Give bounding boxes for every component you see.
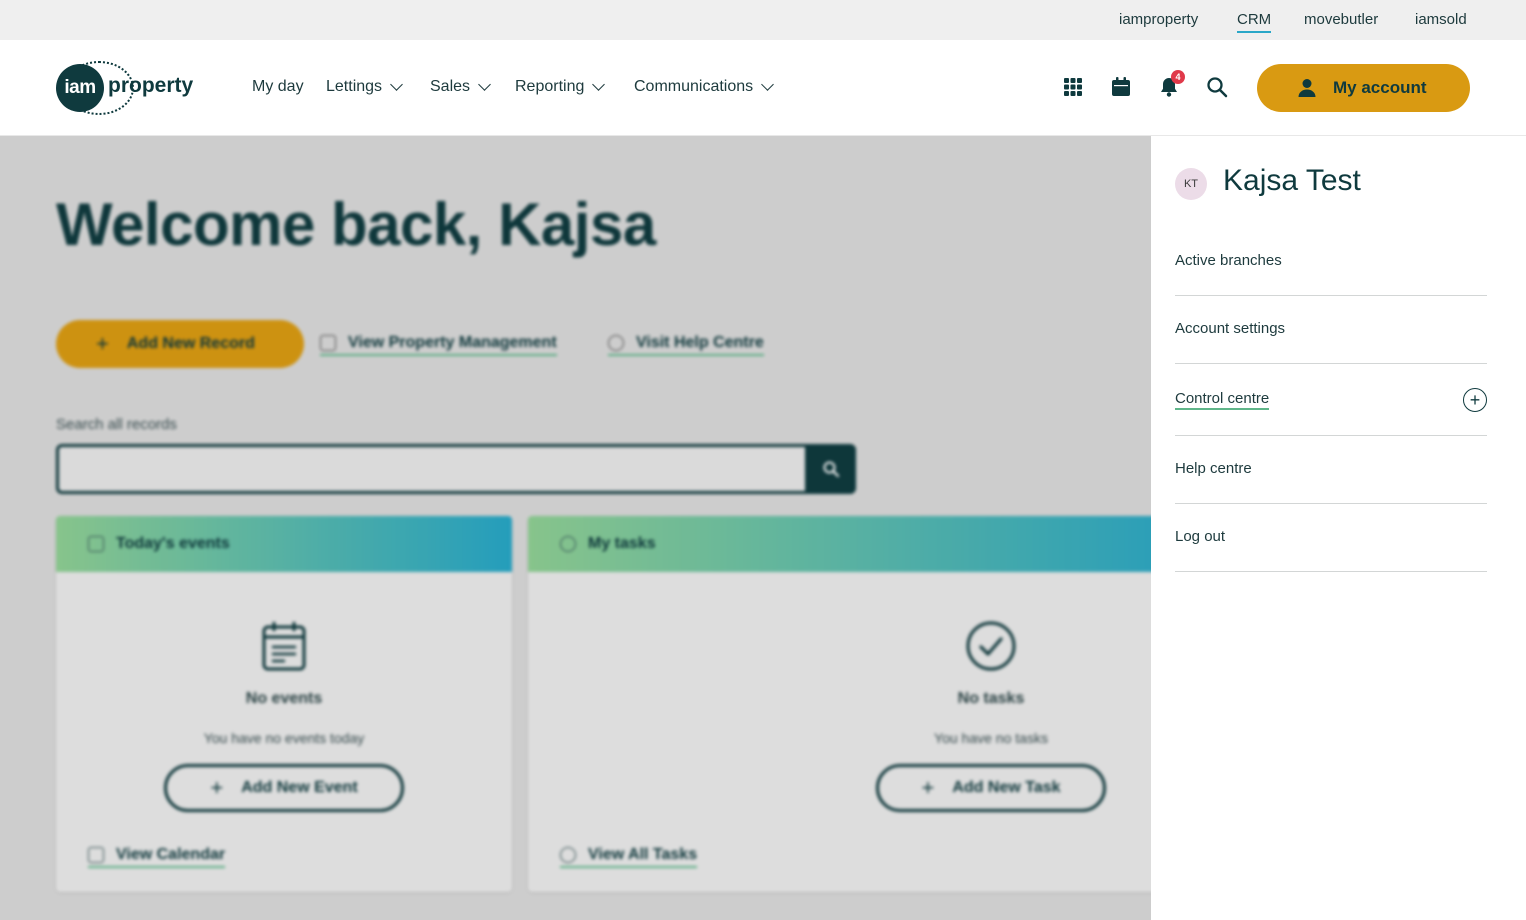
topbar-link-crm[interactable]: CRM — [1237, 11, 1272, 33]
nav-lettings[interactable]: Lettings — [326, 78, 403, 96]
nav-lettings-label: Lettings — [326, 78, 383, 95]
apps-grid-icon[interactable] — [1062, 76, 1084, 98]
menu-item-log-out[interactable]: Log out — [1175, 528, 1487, 572]
log-out-label: Log out — [1175, 528, 1226, 545]
top-utility-bar: iamproperty CRM movebutler iamsold — [0, 0, 1526, 40]
help-centre-label: Help centre — [1175, 460, 1252, 477]
search-icon[interactable] — [1206, 76, 1228, 98]
chevron-down-icon — [592, 78, 606, 91]
nav-communications-label: Communications — [634, 78, 754, 95]
nav-sales[interactable]: Sales — [430, 78, 491, 96]
nav-reporting-label: Reporting — [515, 78, 585, 95]
account-settings-label: Account settings — [1175, 320, 1286, 337]
chevron-down-icon — [390, 78, 403, 91]
notification-count-badge: 4 — [1171, 70, 1185, 84]
nav-sales-label: Sales — [430, 78, 471, 95]
account-name: Kajsa Test — [1223, 164, 1361, 197]
topbar-link-iamsold[interactable]: iamsold — [1415, 11, 1467, 28]
chevron-down-icon — [761, 78, 775, 91]
nav-communications[interactable]: Communications — [634, 78, 775, 96]
chevron-down-icon — [478, 78, 491, 91]
plus-circle-icon[interactable]: + — [1463, 388, 1487, 412]
account-panel: KT Kajsa Test Active branches Account se… — [1151, 136, 1526, 920]
calendar-icon[interactable] — [1110, 76, 1132, 98]
logo-wordmark: property — [108, 74, 194, 97]
nav-my-day[interactable]: My day — [252, 78, 304, 96]
topbar-link-movebutler[interactable]: movebutler — [1304, 11, 1378, 28]
nav-my-day-label: My day — [252, 78, 304, 95]
avatar: KT — [1175, 168, 1207, 200]
iamproperty-logo[interactable]: iam property — [56, 61, 216, 115]
user-icon — [1298, 79, 1316, 97]
menu-item-control-centre[interactable]: Control centre + — [1175, 388, 1487, 436]
menu-item-help-centre[interactable]: Help centre — [1175, 460, 1487, 504]
menu-item-active-branches[interactable]: Active branches — [1175, 252, 1487, 296]
my-account-label: My account — [1333, 78, 1427, 97]
active-branches-label: Active branches — [1175, 252, 1282, 269]
menu-item-account-settings[interactable]: Account settings — [1175, 320, 1487, 364]
topbar-link-iamproperty[interactable]: iamproperty — [1119, 11, 1198, 28]
logo-circle: iam — [56, 64, 104, 112]
nav-reporting[interactable]: Reporting — [515, 78, 606, 96]
main-header: iam property My day Lettings Sales Repor… — [0, 40, 1526, 136]
control-centre-label: Control centre — [1175, 390, 1270, 410]
my-account-button[interactable]: My account — [1257, 64, 1470, 112]
